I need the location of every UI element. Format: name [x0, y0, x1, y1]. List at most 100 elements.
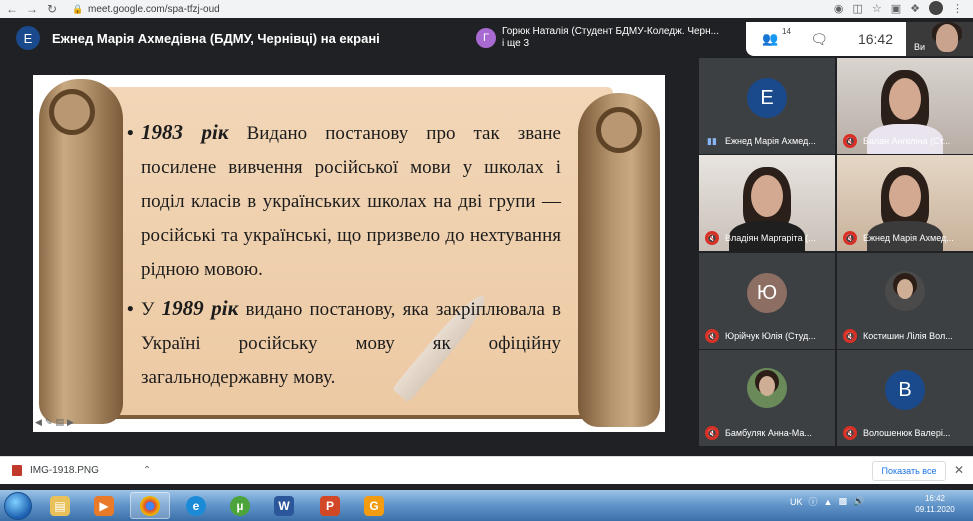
paragraph-1-text: Видано постанову про так зване посилене … — [141, 123, 561, 280]
volume-icon[interactable]: 🔊 — [853, 496, 864, 507]
taskbar-utorrent[interactable]: µ — [220, 492, 260, 519]
back-icon[interactable]: ← — [4, 1, 20, 17]
start-button[interactable] — [4, 492, 32, 520]
speaking-icon: ▮▮ — [707, 135, 717, 146]
participant-name: Костишин Лілія Вол... — [863, 331, 953, 341]
reload-icon[interactable]: ↻ — [44, 1, 60, 17]
star-icon[interactable]: ☆ — [872, 2, 882, 15]
app-icon: G — [364, 495, 384, 516]
taskbar-app[interactable]: G — [354, 492, 394, 519]
participant-name: Бамбуляк Анна-Ма... — [725, 428, 812, 438]
notification-text: Горюк Наталія (Студент БДМУ-Коледж. Черн… — [502, 26, 738, 50]
address-bar[interactable]: 🔒 meet.google.com/spa-tfzj-oud — [72, 1, 872, 17]
mic-off-icon: 🔇 — [705, 426, 719, 440]
participant-tile[interactable]: Е ▮▮ Ежнед Марія Ахмед... — [699, 58, 835, 154]
mic-off-icon: 🔇 — [843, 134, 857, 148]
taskbar-time: 16:42 — [924, 494, 946, 503]
participant-avatar: Е — [747, 78, 787, 119]
menu-icon[interactable]: ⋮ — [952, 2, 963, 15]
participant-photo — [885, 271, 925, 312]
forward-icon[interactable]: → — [24, 1, 40, 17]
participant-tile[interactable]: 🔇 Костишин Лілія Вол... — [837, 253, 973, 349]
self-view-tile[interactable]: Ви — [906, 22, 973, 56]
taskbar-clock[interactable]: 16:42 09.11.2020 — [908, 493, 962, 515]
slide-tools: ◀ ✎ ▤ ▶ — [35, 417, 74, 428]
mic-off-icon: 🔇 — [843, 231, 857, 245]
download-item[interactable]: IMG-1918.PNG ⌃ — [12, 465, 151, 476]
participant-name: Юрійчук Юлія (Студ... — [725, 331, 816, 341]
camera-icon[interactable]: ◉ — [834, 2, 844, 15]
participant-tile[interactable]: Ю 🔇 Юрійчук Юлія (Студ... — [699, 253, 835, 349]
notification-line-2: і ще 3 — [502, 38, 530, 49]
participant-avatar: Ю — [747, 273, 787, 314]
prev-slide-icon[interactable]: ◀ — [35, 417, 42, 428]
people-icon: 👥 — [762, 31, 779, 46]
profile-avatar[interactable] — [929, 1, 943, 15]
chevron-up-icon[interactable]: ⌃ — [143, 465, 151, 476]
participant-tile[interactable]: 🔇 Балан Ангеліна (Ст... — [837, 58, 973, 154]
scroll-left-curl — [49, 89, 95, 135]
taskbar-edge[interactable]: e — [176, 492, 216, 519]
pen-icon[interactable]: ✎ — [45, 417, 53, 428]
network-icon[interactable]: ▩ — [838, 496, 847, 507]
scroll-right-curl — [596, 107, 642, 153]
taskbar-powerpoint[interactable]: P — [310, 492, 350, 519]
taskbar-word[interactable]: W — [264, 492, 304, 519]
join-notification: Г Горюк Наталія (Студент БДМУ-Коледж. Че… — [470, 22, 742, 54]
edge-icon: e — [186, 495, 206, 516]
chat-icon: 🗨 — [810, 30, 828, 47]
next-slide-icon[interactable]: ▶ — [67, 417, 74, 428]
participant-name-row: 🔇 Ежнед Марія Ахмед... — [843, 231, 954, 245]
participant-name-row: 🔇 Костишин Лілія Вол... — [843, 329, 953, 343]
mic-off-icon: 🔇 — [705, 231, 719, 245]
chat-button[interactable]: 🗨 — [810, 31, 828, 48]
translate-icon[interactable]: ◫ — [852, 2, 862, 15]
browser-actions: ◉ ◫ ☆ ▣ ❖ ⋮ — [834, 1, 963, 15]
participant-name: Волошенюк Валері... — [863, 428, 951, 438]
meet-controls: 👥 14 🗨 16:42 — [746, 22, 906, 56]
participant-tile[interactable]: 🔇 Ежнед Марія Ахмед... — [837, 155, 973, 251]
bullet-icon: • — [127, 123, 134, 144]
participant-name-row: 🔇 Балан Ангеліна (Ст... — [843, 134, 950, 148]
participant-name-row: 🔇 Владіян Маргаріта (... — [705, 231, 816, 245]
participant-name: Ежнед Марія Ахмед... — [725, 136, 816, 146]
close-icon[interactable]: ✕ — [954, 463, 964, 477]
participant-tile[interactable]: 🔇 Бамбуляк Анна-Ма... — [699, 350, 835, 446]
media-player-icon: ▶ — [94, 495, 114, 516]
puzzle-icon[interactable]: ❖ — [910, 2, 920, 15]
taskbar-explorer[interactable]: ▤ — [40, 492, 80, 519]
participant-name: Владіян Маргаріта (... — [725, 233, 816, 243]
people-button[interactable]: 👥 14 — [762, 27, 791, 47]
arrow-up-icon[interactable]: ▲ — [824, 497, 833, 507]
meet-clock: 16:42 — [857, 31, 894, 47]
downloads-bar: IMG-1918.PNG ⌃ Показать все ✕ — [0, 456, 973, 484]
lock-icon: 🔒 — [72, 3, 84, 14]
participant-tile[interactable]: 🔇 Владіян Маргаріта (... — [699, 155, 835, 251]
browser-toolbar: ← → ↻ 🔒 meet.google.com/spa-tfzj-oud ◉ ◫… — [0, 0, 973, 18]
self-face — [936, 24, 958, 52]
mic-off-icon: 🔇 — [705, 329, 719, 343]
participant-name-row: ▮▮ Ежнед Марія Ахмед... — [705, 134, 816, 148]
participant-avatar: В — [885, 370, 925, 411]
presenter-avatar: Е — [16, 26, 40, 50]
paragraph-2-prefix: У — [141, 299, 162, 320]
slide-paragraph-2: • У 1989 рік видано постанову, яка закріп… — [127, 291, 561, 395]
taskbar-chrome[interactable] — [130, 492, 170, 519]
participant-photo — [747, 368, 787, 409]
utorrent-icon: µ — [230, 495, 250, 516]
slide-text: • 1983 рік Видано постанову про так зване… — [127, 115, 561, 395]
extension-icon[interactable]: ▣ — [891, 2, 901, 15]
help-icon[interactable]: ⓘ — [809, 495, 818, 508]
participant-name-row: 🔇 Юрійчук Юлія (Студ... — [705, 329, 816, 343]
taskbar-media-player[interactable]: ▶ — [84, 492, 124, 519]
participant-name: Ежнед Марія Ахмед... — [863, 233, 954, 243]
show-all-button[interactable]: Показать все — [872, 461, 946, 481]
language-indicator[interactable]: UK — [790, 497, 803, 507]
slides-menu-icon[interactable]: ▤ — [55, 417, 64, 428]
participant-tile[interactable]: В 🔇 Волошенюк Валері... — [837, 350, 973, 446]
mic-off-icon: 🔇 — [843, 329, 857, 343]
presenter-title: Ежнед Марія Ахмедівна (БДМУ, Чернівці) н… — [52, 31, 380, 46]
presentation-slide: • 1983 рік Видано постанову про так зване… — [33, 75, 665, 432]
people-count: 14 — [782, 27, 791, 36]
powerpoint-icon: P — [320, 495, 340, 516]
